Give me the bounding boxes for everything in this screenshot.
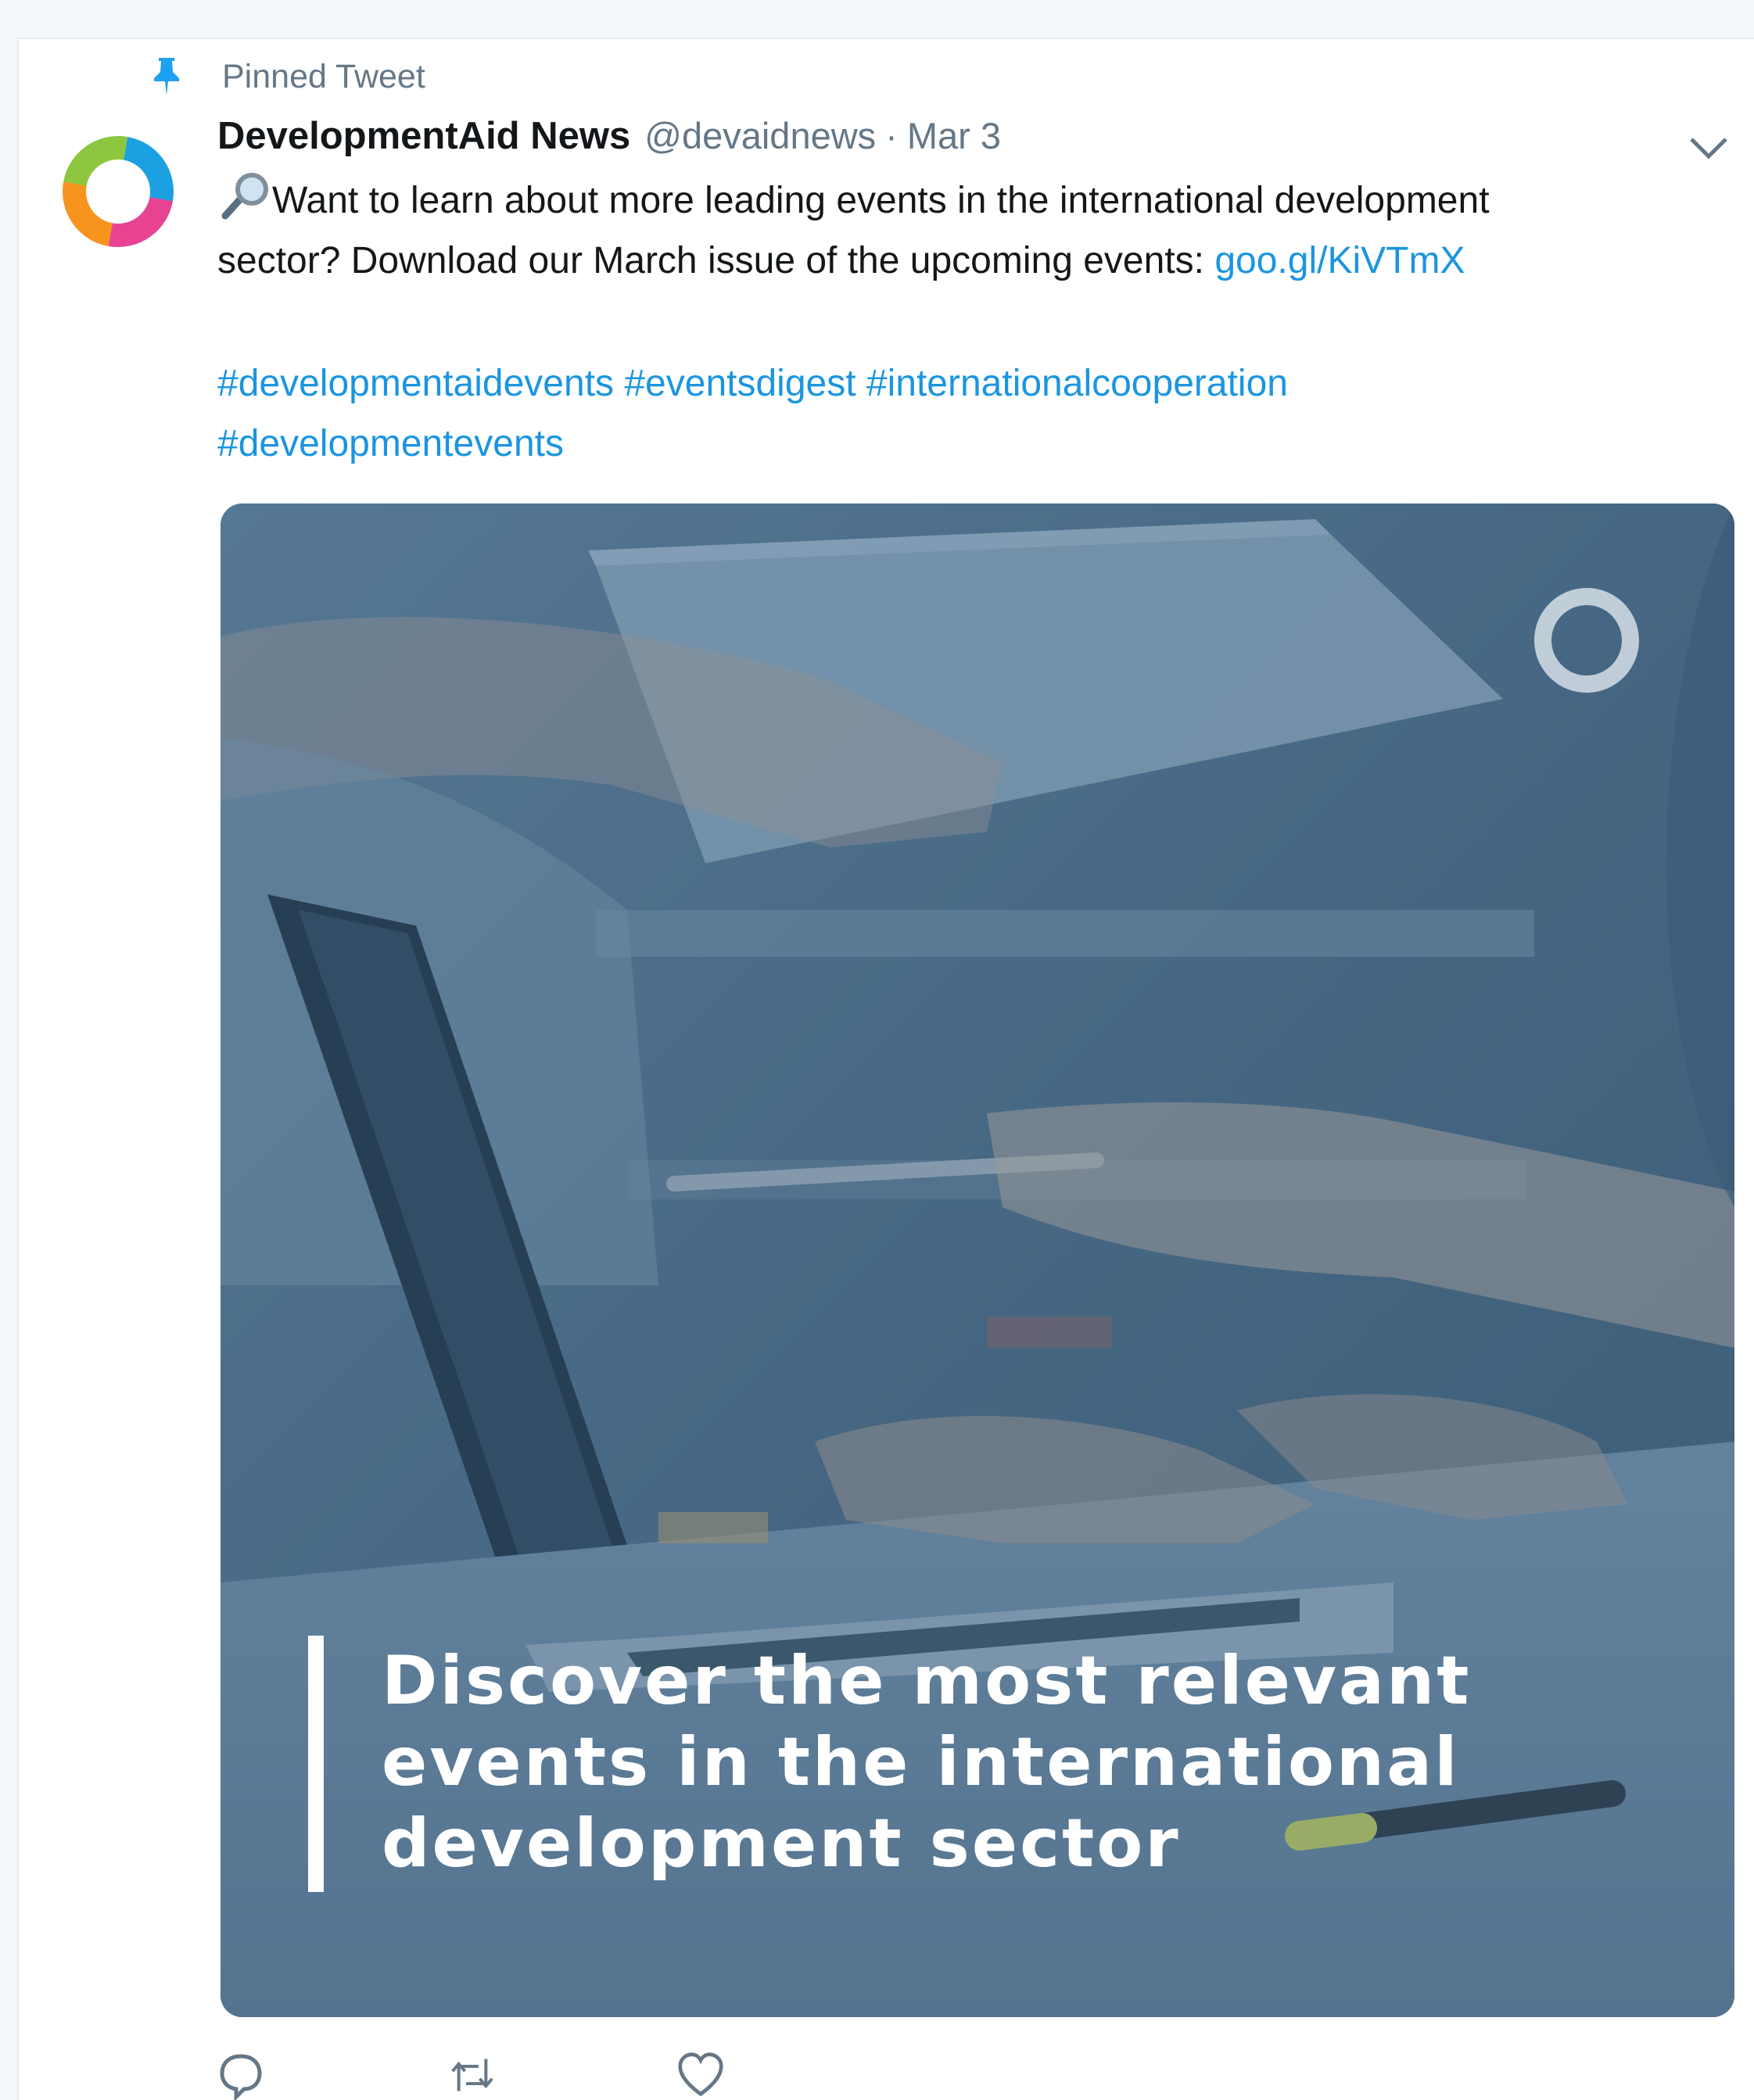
tweet-text-body-1: Want to learn about more leading events … xyxy=(272,180,1490,221)
tweet-text-line-1: Want to learn about more leading events … xyxy=(217,170,1703,231)
media-caption: Discover the most relevant events in the… xyxy=(382,1640,1555,1884)
media-caption-line-2: events in the international xyxy=(382,1723,1460,1801)
separator-dot: · xyxy=(885,115,898,156)
hashtag-line-2[interactable]: #developmentevents xyxy=(217,414,1288,474)
caption-accent-bar xyxy=(308,1636,324,1892)
pinned-tweet-label: Pinned Tweet xyxy=(222,57,425,95)
pinned-tweet-row: Pinned Tweet xyxy=(149,53,425,100)
author-display-name[interactable]: DevelopmentAid News xyxy=(217,114,630,158)
tweet-media-image[interactable]: Discover the most relevant events in the… xyxy=(221,503,1734,2017)
page: Pinned Tweet DevelopmentAid News @devaid… xyxy=(0,0,1754,2100)
tweet-text-body-2: sector? Download our March issue of the … xyxy=(217,240,1215,281)
retweet-button[interactable] xyxy=(449,2050,496,2100)
tweet-header: DevelopmentAid News @devaidnews · Mar 3 xyxy=(217,114,1001,169)
reply-button[interactable] xyxy=(217,2050,264,2100)
media-caption-line-3: development sector xyxy=(382,1804,1181,1883)
media-caption-line-1: Discover the most relevant xyxy=(382,1642,1472,1720)
tweet-actions xyxy=(217,2050,724,2100)
author-handle[interactable]: @devaidnews xyxy=(644,114,876,157)
tweet-date[interactable]: Mar 3 xyxy=(907,114,1001,157)
tweet-text: Want to learn about more leading events … xyxy=(217,170,1703,291)
retweet-icon xyxy=(451,2059,493,2091)
pin-icon xyxy=(149,55,185,99)
heart-icon xyxy=(678,2052,723,2097)
avatar[interactable] xyxy=(59,133,177,250)
developmentaid-watermark-icon xyxy=(1533,588,1639,693)
hashtag-line-1[interactable]: #developmentaidevents #eventsdigest #int… xyxy=(217,353,1288,414)
tweet-menu-button[interactable] xyxy=(1681,125,1736,172)
tweet-text-line-2: sector? Download our March issue of the … xyxy=(217,231,1703,291)
magnifying-glass-icon xyxy=(221,173,268,220)
chevron-down-icon xyxy=(1690,138,1727,159)
tweet-hashtags: #developmentaidevents #eventsdigest #int… xyxy=(217,353,1288,474)
developmentaid-logo-icon xyxy=(63,136,174,247)
like-button[interactable] xyxy=(677,2050,724,2100)
tweet-link[interactable]: goo.gl/KiVTmX xyxy=(1214,240,1465,281)
reply-icon xyxy=(220,2054,262,2100)
